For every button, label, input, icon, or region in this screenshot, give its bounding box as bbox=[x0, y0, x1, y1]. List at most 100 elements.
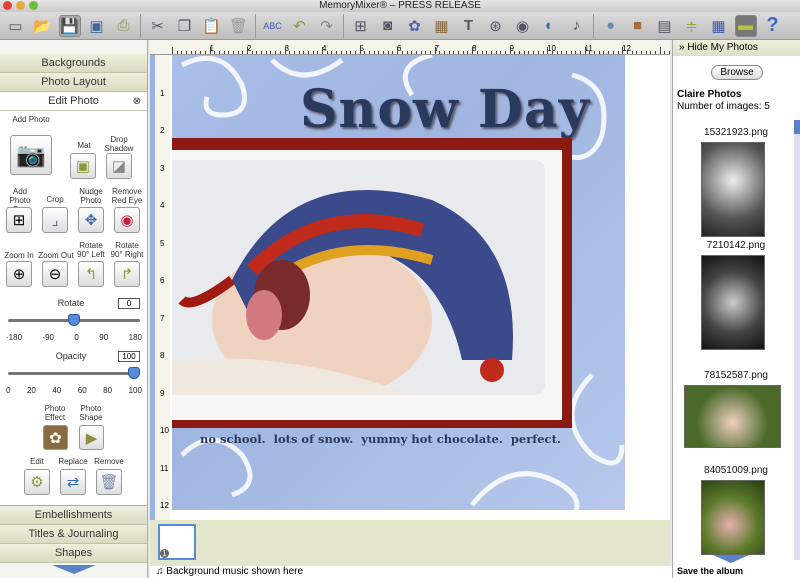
rotate-value-input[interactable]: 0 bbox=[118, 298, 140, 309]
ruler-tick bbox=[298, 51, 300, 54]
scroll-down-arrow-icon[interactable] bbox=[713, 555, 749, 563]
photo-name: 7210142.png bbox=[706, 240, 766, 251]
photo-thumbnail[interactable] bbox=[701, 480, 765, 555]
album-page[interactable]: Snow Day no school. lots of snow. yummy … bbox=[172, 55, 625, 510]
print-icon[interactable]: ⎙ bbox=[113, 15, 135, 37]
section-photo-layout[interactable]: Photo Layout bbox=[0, 73, 147, 92]
spell-check-icon[interactable]: ABC bbox=[262, 15, 284, 37]
hide-my-photos-button[interactable]: » Hide My Photos bbox=[673, 40, 800, 56]
help-icon[interactable]: ? bbox=[762, 14, 784, 37]
mat-label: Mat bbox=[77, 141, 91, 150]
ruler-tick bbox=[237, 51, 239, 54]
delete-icon[interactable]: 🗑 bbox=[228, 15, 250, 37]
add-photo-box-button[interactable]: ⊞ bbox=[6, 207, 32, 233]
ruler-tick bbox=[486, 51, 488, 54]
crop-button[interactable]: ⌟ bbox=[42, 207, 68, 233]
zoom-out-label: Zoom Out bbox=[38, 251, 74, 260]
ruler-label: 8 bbox=[160, 351, 165, 360]
photo-baby-in-hat[interactable] bbox=[172, 160, 545, 395]
section-embellishments[interactable]: Embellishments bbox=[0, 506, 147, 525]
photo-thumbnail[interactable] bbox=[684, 385, 781, 448]
title-bar: MemoryMixer® – PRESS RELEASE bbox=[0, 0, 800, 12]
remove-red-eye-button[interactable]: ◉ bbox=[114, 207, 140, 233]
section-titles-journaling[interactable]: Titles & Journaling bbox=[0, 525, 147, 544]
replace-button[interactable]: ⇄ bbox=[60, 469, 86, 495]
vertical-scrollbar[interactable] bbox=[150, 55, 155, 520]
zoom-button[interactable] bbox=[29, 1, 38, 10]
export-slideshow-icon[interactable]: ▣ bbox=[86, 15, 108, 37]
rotate-slider-knob[interactable] bbox=[68, 314, 80, 326]
mat-button[interactable]: ▣ bbox=[70, 153, 96, 179]
ruler-label: 9 bbox=[160, 388, 165, 398]
send-backward-icon[interactable]: ■ bbox=[627, 15, 649, 37]
ruler-tick bbox=[195, 51, 197, 54]
ruler-tick bbox=[308, 51, 309, 54]
drop-shadow-button[interactable]: ◪ bbox=[106, 153, 132, 179]
add-clip-icon[interactable]: ♪ bbox=[566, 15, 588, 37]
canvas[interactable]: Snow Day no school. lots of snow. yummy … bbox=[170, 55, 670, 520]
copy-icon[interactable]: ❐ bbox=[174, 15, 196, 37]
page-caption[interactable]: no school. lots of snow. yummy hot choco… bbox=[200, 432, 561, 446]
opacity-slider[interactable] bbox=[8, 367, 140, 379]
ruler-icon[interactable]: ▬ bbox=[734, 14, 757, 37]
photo-thumbnail[interactable] bbox=[701, 142, 765, 237]
new-album-icon[interactable]: ▭ bbox=[5, 15, 27, 37]
photo-frame[interactable] bbox=[172, 138, 572, 428]
section-edit-photo[interactable]: Edit Photo ⊗ bbox=[0, 92, 147, 111]
rotate-slider[interactable] bbox=[8, 314, 140, 326]
ruler-tick bbox=[303, 51, 305, 54]
grid-icon[interactable]: ▦ bbox=[708, 15, 730, 37]
close-button[interactable] bbox=[3, 1, 12, 10]
save-album-label[interactable]: Save the album bbox=[677, 566, 743, 576]
browse-button[interactable]: Browse bbox=[711, 65, 763, 80]
minimize-button[interactable] bbox=[16, 1, 25, 10]
bring-forward-icon[interactable]: ● bbox=[600, 15, 622, 37]
opacity-slider-knob[interactable] bbox=[128, 367, 140, 379]
section-backgrounds[interactable]: Backgrounds bbox=[0, 54, 147, 73]
background-music-text[interactable]: Background music shown here bbox=[166, 566, 303, 577]
undo-icon[interactable]: ↶ bbox=[289, 15, 311, 37]
edit-button[interactable]: ⚙ bbox=[24, 469, 50, 495]
redo-icon[interactable]: ↷ bbox=[316, 15, 338, 37]
paste-icon[interactable]: 📋 bbox=[201, 15, 223, 37]
photo-effect-button[interactable]: ✿ bbox=[43, 425, 68, 450]
add-audio-icon[interactable]: ◉ bbox=[512, 15, 534, 37]
opacity-ticks: 0 20 40 60 80 100 bbox=[6, 386, 142, 395]
cut-icon[interactable]: ✂ bbox=[147, 15, 169, 37]
add-frame-icon[interactable]: ▦ bbox=[431, 15, 453, 37]
add-shape-icon[interactable]: ◐ bbox=[539, 15, 561, 37]
ruler-tick bbox=[350, 51, 352, 54]
add-embellishment-icon[interactable]: ✿ bbox=[404, 15, 426, 37]
photos-scrollbar[interactable] bbox=[794, 120, 800, 560]
remove-button[interactable]: 🗑 bbox=[96, 469, 122, 495]
zoom-in-button[interactable]: ⊕ bbox=[6, 261, 32, 287]
add-film-icon[interactable]: ⊛ bbox=[485, 15, 507, 37]
save-icon[interactable]: 💾 bbox=[58, 14, 81, 37]
align-icon[interactable]: ≑ bbox=[681, 15, 703, 37]
open-folder-icon[interactable]: 📂 bbox=[32, 15, 54, 37]
ruler-label: 3 bbox=[160, 163, 165, 173]
add-photo-box-icon[interactable]: ◙ bbox=[377, 15, 399, 37]
nudge-photo-button[interactable]: ✥ bbox=[78, 207, 104, 233]
scroll-down-arrow-icon[interactable] bbox=[51, 565, 96, 574]
ruler-tick bbox=[659, 47, 661, 54]
ruler-tick bbox=[490, 51, 492, 54]
photo-thumbnail[interactable] bbox=[701, 255, 765, 350]
photo-shape-button[interactable]: ▶ bbox=[79, 425, 104, 450]
ruler-label: 2 bbox=[160, 126, 165, 135]
page-thumbnail[interactable]: 1 bbox=[158, 524, 196, 560]
rotate-right-button[interactable]: ↱ bbox=[114, 261, 140, 287]
section-shapes[interactable]: Shapes bbox=[0, 544, 147, 563]
opacity-value-input[interactable]: 100 bbox=[118, 351, 140, 362]
ruler-tick bbox=[650, 51, 652, 54]
close-section-icon[interactable]: ⊗ bbox=[133, 92, 141, 111]
page-setup-icon[interactable]: ▤ bbox=[654, 15, 676, 37]
rotate-left-button[interactable]: ↰ bbox=[78, 261, 104, 287]
add-text-icon[interactable]: T bbox=[458, 15, 480, 37]
rotate-right-label: Rotate 90° Right bbox=[110, 241, 144, 259]
zoom-out-button[interactable]: ⊖ bbox=[42, 261, 68, 287]
add-page-icon[interactable]: ⊞ bbox=[350, 15, 372, 37]
page-title[interactable]: Snow Day bbox=[300, 79, 590, 140]
add-photo-button[interactable]: 📷 bbox=[10, 135, 52, 175]
ruler-tick bbox=[439, 51, 441, 54]
